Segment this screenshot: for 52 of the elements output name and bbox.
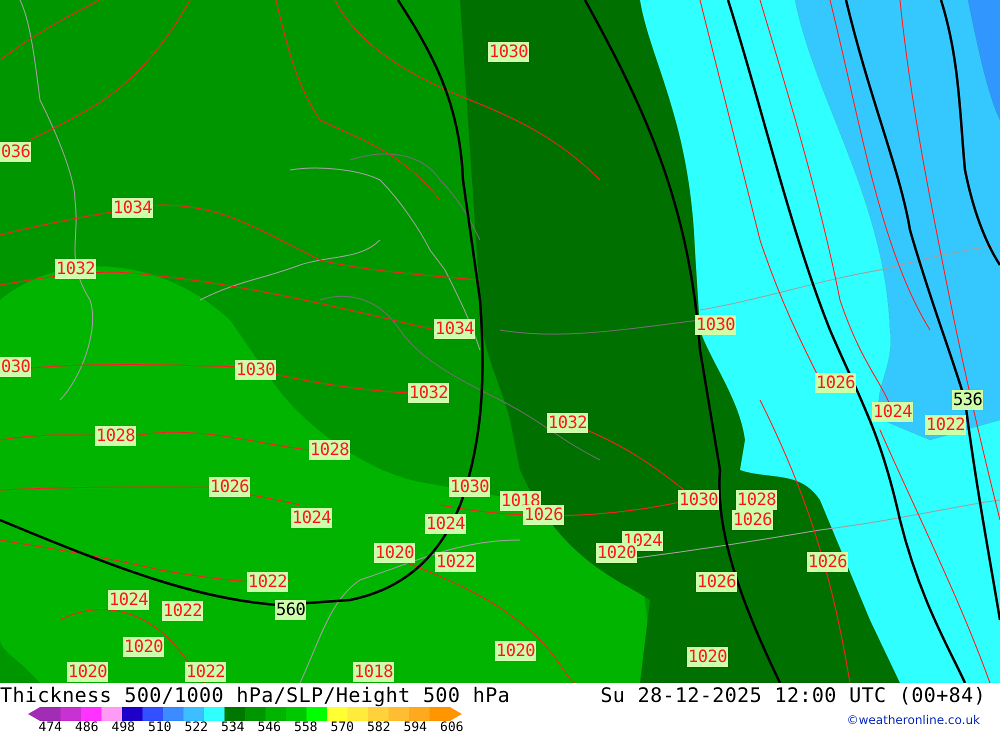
isobar-label: 1028 [95, 426, 136, 446]
isobar-label: 1022 [162, 601, 203, 621]
scale-tick-label: 486 [74, 721, 100, 733]
isobar-label: 1026 [732, 510, 773, 530]
scale-tick-label: 570 [330, 721, 355, 733]
isobar-label: 1032 [408, 383, 449, 403]
thickness-label: 536 [952, 390, 984, 410]
scale-tick-label: 582 [366, 721, 392, 733]
scale-tick-label: 558 [293, 721, 318, 733]
isobar-label: 1030 [678, 490, 719, 510]
isobar-label: 1020 [687, 647, 728, 667]
isobar-label: 1026 [696, 572, 737, 592]
isobar-label: 1030 [235, 360, 276, 380]
isobar-label: 1020 [123, 637, 164, 657]
scale-tick-label: 498 [110, 721, 136, 733]
isobar-label: 1022 [435, 552, 476, 572]
map-title: Thickness 500/1000 hPa/SLP/Height 500 hPa [0, 683, 510, 707]
isobar-label: 1030 [695, 315, 736, 335]
isobar-label: 1022 [185, 662, 226, 682]
isobar-label: 1022 [925, 415, 966, 435]
isobar-label: 1030 [488, 42, 529, 62]
isobar-label: 1034 [112, 198, 153, 218]
scale-tick-label: 594 [402, 721, 428, 733]
isobar-label: 1018 [353, 662, 394, 682]
isobar-label: 1026 [807, 552, 848, 572]
isobar-label: 1020 [495, 641, 536, 661]
isobar-label: 1024 [108, 590, 149, 610]
isobar-label: 1032 [55, 259, 96, 279]
isobar-label: 1022 [247, 572, 288, 592]
scale-tick-label: 474 [38, 721, 63, 733]
thickness-label: 560 [275, 600, 306, 620]
isobar-label: 1030 [449, 477, 490, 497]
isobar-label: 1024 [872, 402, 913, 422]
isobar-label: 1034 [434, 319, 475, 339]
isobar-label: 1028 [309, 440, 350, 460]
isobar-label: 1020 [374, 543, 415, 563]
isobar-label: 030 [0, 357, 32, 377]
isobar-label: 1024 [291, 508, 332, 528]
isobar-label: 1020 [67, 662, 108, 682]
scale-tick-label: 546 [256, 721, 282, 733]
scale-tick-label: 606 [439, 721, 464, 733]
scale-tick-label: 510 [147, 721, 172, 733]
isobar-label: 036 [0, 142, 32, 162]
scale-tick-label: 522 [184, 721, 209, 733]
isobar-label: 1032 [547, 413, 588, 433]
isobar-label: 1026 [815, 373, 856, 393]
credit-link[interactable]: ©weatheronline.co.uk [846, 713, 980, 727]
scale-tick-label: 534 [220, 721, 246, 733]
valid-time: Su 28-12-2025 12:00 UTC (00+84) [600, 683, 986, 707]
isobar-label: 1028 [736, 490, 777, 510]
isobar-label: 1024 [425, 514, 466, 534]
isobar-label: 1026 [209, 477, 250, 497]
